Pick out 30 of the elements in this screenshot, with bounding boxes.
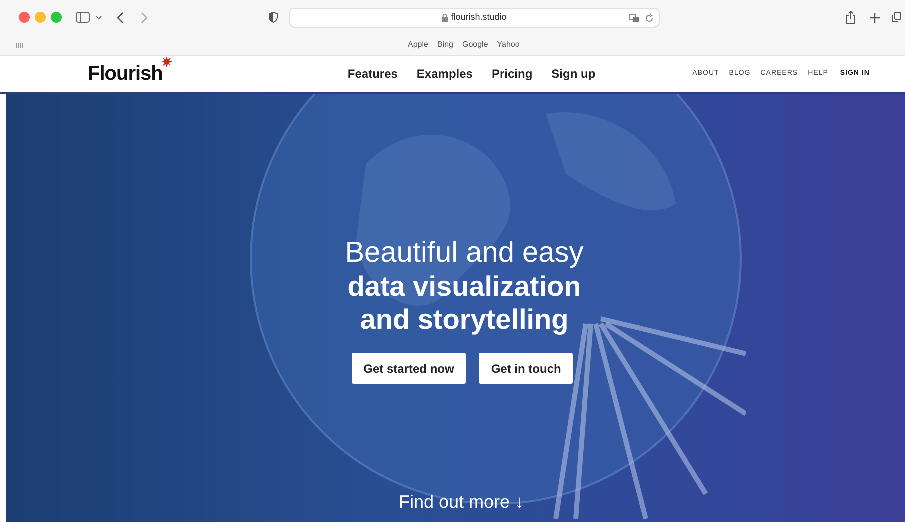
share-icon[interactable] [846, 11, 856, 24]
shield-icon[interactable] [269, 12, 278, 24]
chevron-down-icon[interactable] [96, 16, 102, 20]
nav-link[interactable]: Features [348, 65, 398, 83]
new-tab-icon[interactable] [870, 12, 880, 23]
tabs-overview-icon[interactable] [892, 12, 901, 24]
address-bar[interactable]: flourish.studio [289, 8, 660, 28]
back-icon[interactable] [117, 12, 124, 24]
logo-text[interactable]: Flourish [88, 59, 163, 89]
hero-headline-bold: and storytelling [360, 303, 569, 336]
find-out-more-link[interactable]: Find out more ↓ [398, 490, 524, 514]
nav-link[interactable]: Sign up [552, 65, 596, 83]
cta-button[interactable]: Get in touch [479, 353, 574, 384]
reload-icon[interactable] [645, 14, 654, 23]
sidebar-icon[interactable] [76, 12, 90, 24]
cta-button[interactable]: Get started now [352, 353, 466, 384]
lock-icon [442, 14, 448, 22]
close-window-icon[interactable] [19, 12, 30, 24]
nav-link[interactable]: Pricing [492, 65, 533, 83]
favorite-link[interactable]: Yahoo [497, 39, 520, 52]
hero-headline-light: Beautiful and easy [345, 236, 584, 270]
url-text: flourish.studio [451, 10, 507, 24]
hero-headline-bold: data visualization [348, 270, 582, 303]
favorite-link[interactable]: Apple [408, 39, 428, 52]
grid-icon[interactable] [16, 42, 24, 48]
translate-icon[interactable] [629, 14, 640, 23]
logo-spark-icon [162, 57, 172, 67]
favorite-link[interactable]: Google [462, 39, 488, 52]
favorite-link[interactable]: Bing [437, 39, 454, 52]
nav-link[interactable]: Examples [416, 65, 473, 83]
